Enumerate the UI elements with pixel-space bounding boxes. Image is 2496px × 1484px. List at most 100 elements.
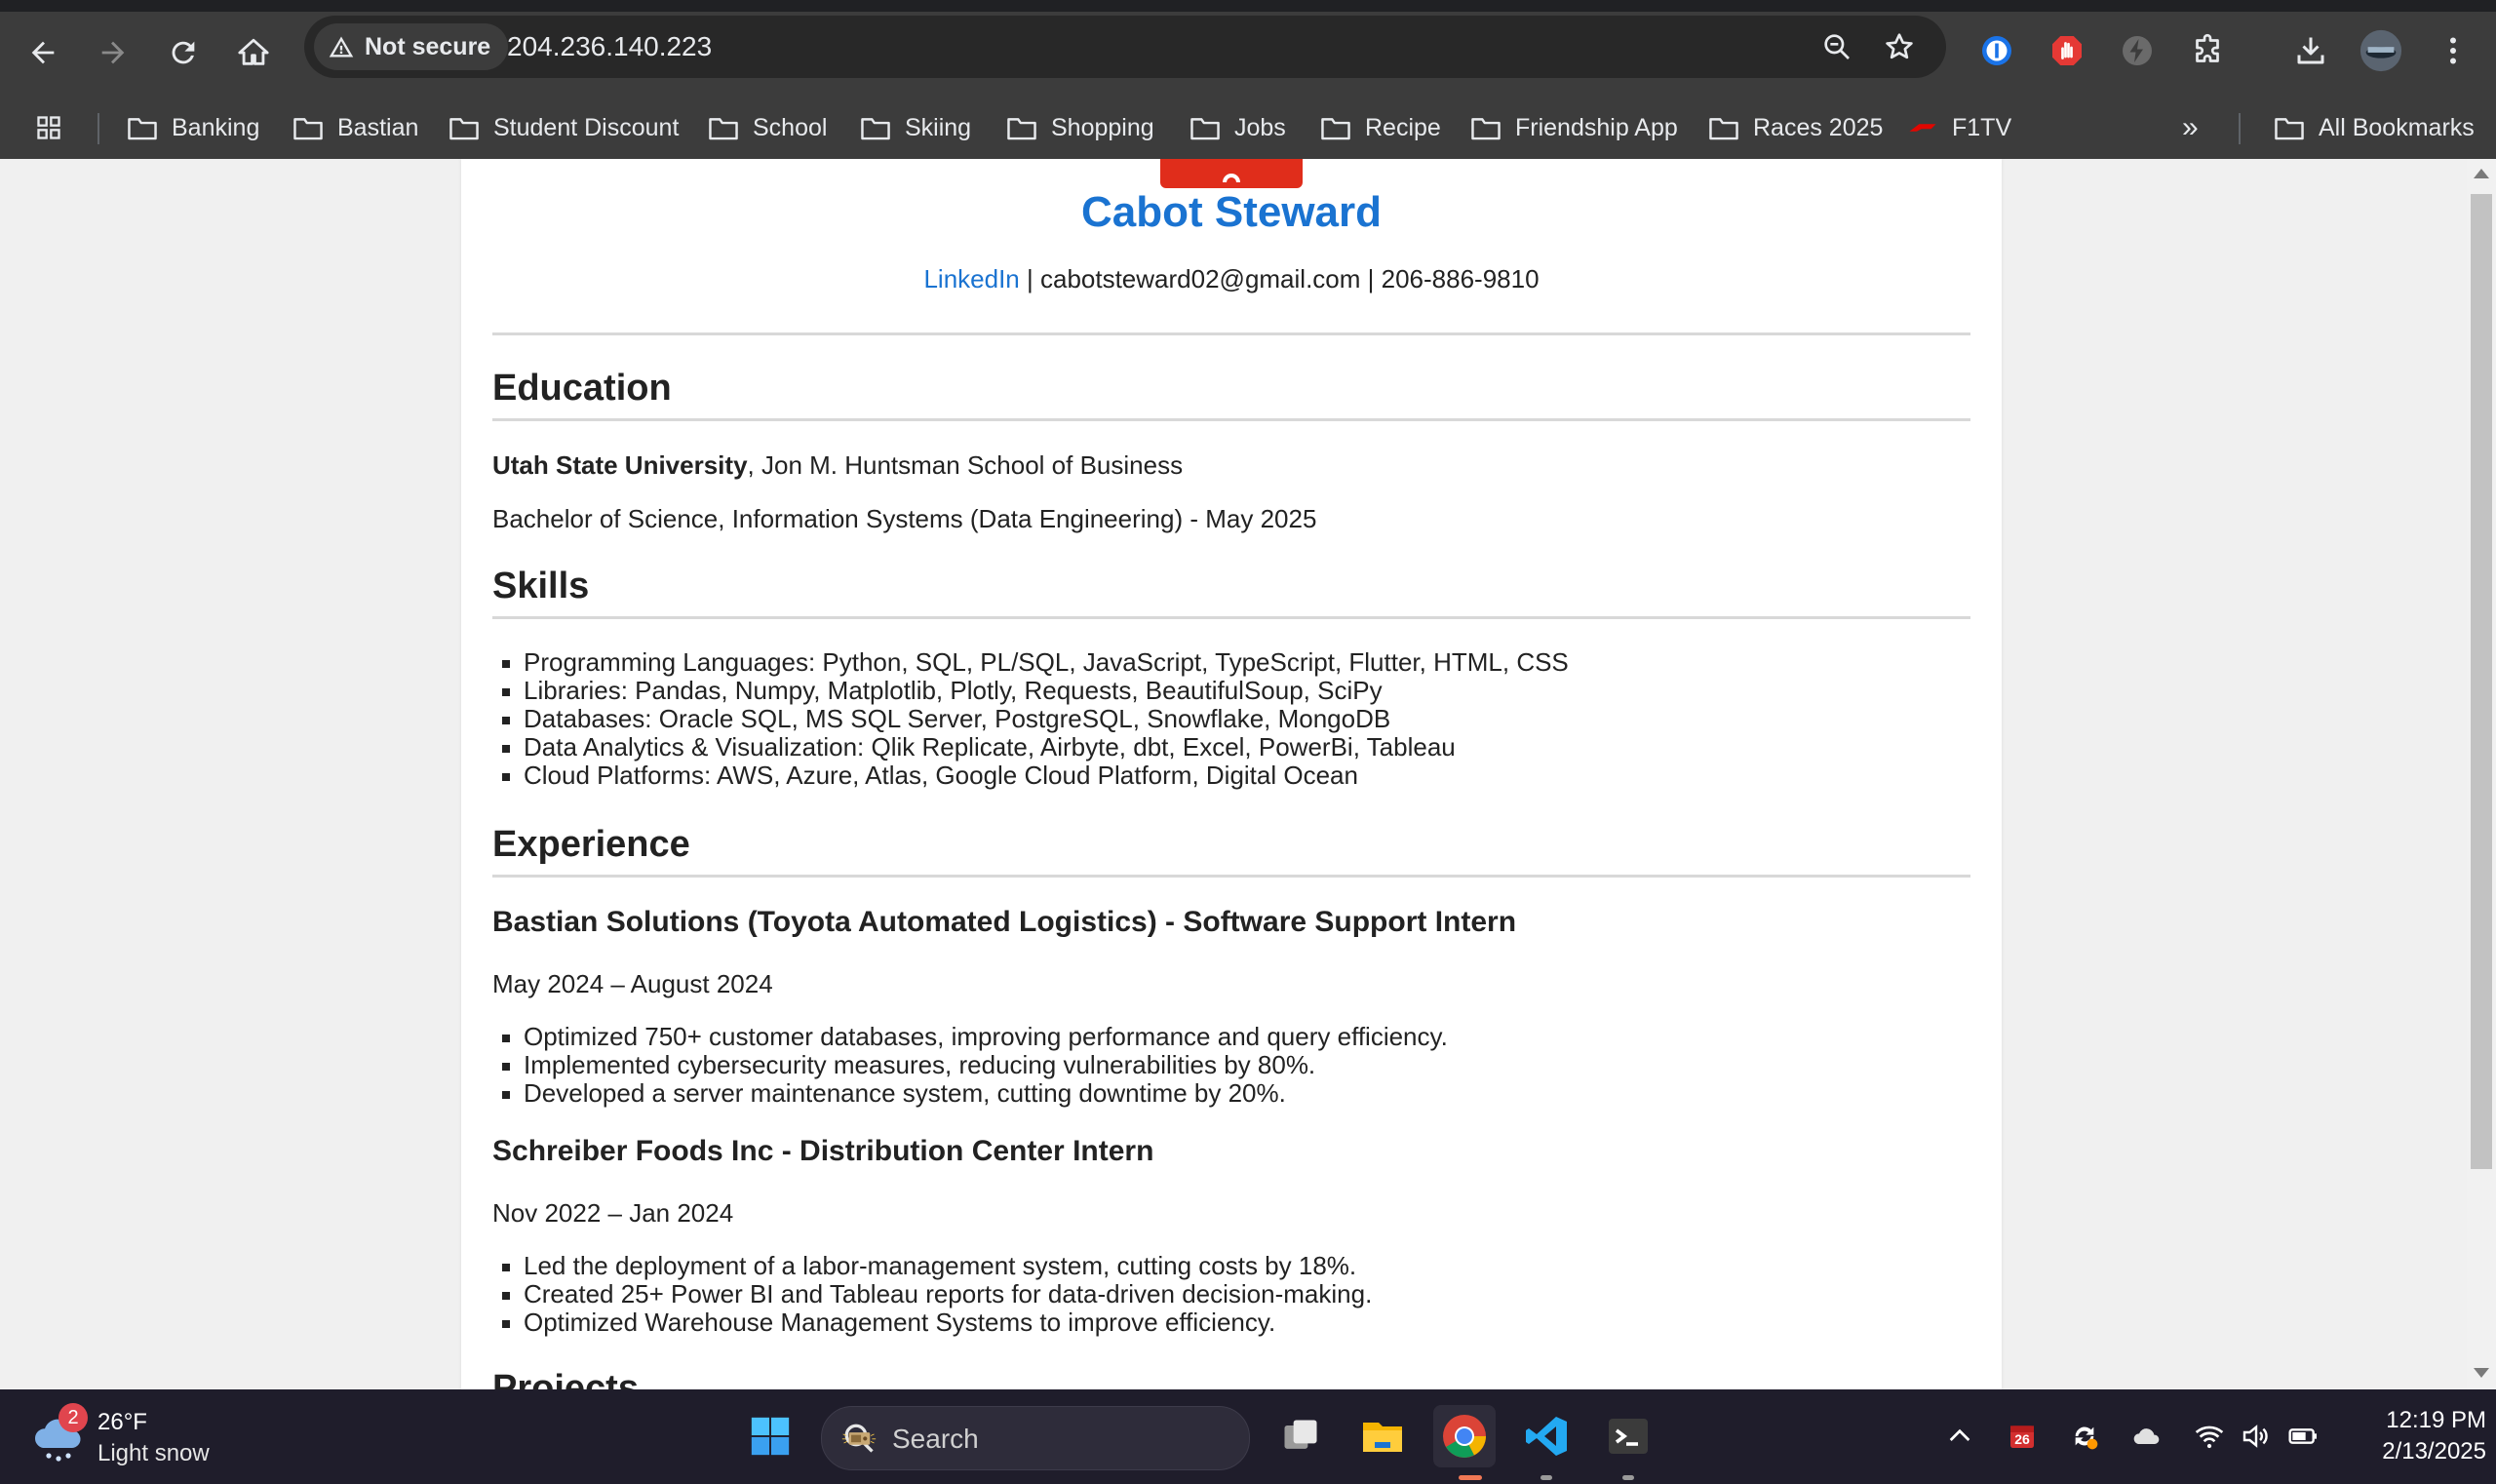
folder-icon [293,118,323,140]
bookmark-skiing[interactable]: Skiing [860,107,971,148]
folder-icon [861,118,890,140]
tray-sync[interactable] [2065,1417,2104,1456]
task-view-button[interactable] [1269,1405,1332,1467]
bookmark-races-2025[interactable]: Races 2025 [1708,107,1883,148]
home-icon [238,38,269,65]
linkedin-link[interactable]: LinkedIn [923,264,1019,293]
cloud-icon [2133,1428,2160,1444]
tray-app-calendar[interactable]: 26 [2003,1417,2042,1456]
tray-volume[interactable] [2237,1417,2276,1456]
home-button[interactable] [224,23,283,82]
job-bullets: Optimized 750+ customer databases, impro… [492,1023,1448,1108]
downloads-button[interactable] [2283,23,2338,78]
file-explorer-button[interactable] [1351,1405,1414,1467]
reload-icon [172,41,195,64]
forward-button[interactable] [84,23,142,82]
vscode-button[interactable] [1515,1405,1578,1467]
bookmark-friendship-app[interactable]: Friendship App [1470,107,1678,148]
terminal-button[interactable] [1597,1405,1659,1467]
section-divider [492,875,1970,878]
browser-menu-button[interactable] [2426,23,2480,78]
weather-widget[interactable]: 2 26°F Light snow [29,1403,283,1471]
show-hidden-icons-button[interactable] [1940,1417,1979,1456]
list-item: Optimized Warehouse Management Systems t… [501,1308,1372,1337]
bookmark-label: Jobs [1234,113,1286,141]
stop-hand-icon [2052,36,2082,65]
bookmark-label: F1TV [1952,113,2012,141]
search-placeholder: Search [892,1424,979,1454]
bookmark-school[interactable]: School [708,107,827,148]
folder-icon [1321,118,1350,140]
scroll-down-arrow-icon[interactable] [2474,1368,2489,1378]
folder-icon [1471,118,1501,140]
tray-battery[interactable] [2283,1417,2322,1456]
bookmark-label: Skiing [905,113,972,141]
bookmarks-divider [98,113,99,144]
resume-name: Cabot Steward [1080,188,1383,236]
contact-line: LinkedIn | cabotsteward02@gmail.com | 20… [461,264,2002,294]
chrome-taskbar-button[interactable] [1433,1405,1496,1467]
bookmark-label: Races 2025 [1753,113,1884,141]
bookmark-jobs[interactable]: Jobs [1190,107,1286,148]
address-bar[interactable]: Not secure 204.236.140.223 [304,16,1946,78]
zoom-button[interactable] [1817,27,1856,66]
school-detail: , Jon M. Huntsman School of Business [747,450,1184,480]
system-clock[interactable]: 12:19 PM 2/13/2025 [2340,1405,2486,1467]
bookmark-student-discount[interactable]: Student Discount [448,107,679,148]
notification-badge: 2 [58,1403,88,1432]
list-item: Databases: Oracle SQL, MS SQL Server, Po… [502,705,1569,733]
job-bullets: Led the deployment of a labor-management… [492,1252,1372,1337]
extensions-button[interactable] [2180,23,2235,78]
bookmark-label: Bastian [337,113,419,141]
bookmarks-overflow-button[interactable]: » [2182,107,2199,148]
vertical-scrollbar[interactable] [2467,159,2496,1389]
profile-button[interactable] [2354,23,2408,78]
bookmark-banking[interactable]: Banking [127,107,259,148]
vscode-icon [1526,1417,1567,1456]
clock-time: 12:19 PM [2386,1407,2486,1433]
adblock-extension[interactable] [2040,23,2094,78]
star-icon [1886,33,1913,59]
experience-heading: Experience [492,824,690,865]
security-indicator[interactable]: Not secure [314,23,509,70]
tray-onedrive[interactable] [2127,1417,2166,1456]
active-app-indicator [1459,1475,1482,1480]
list-item: Programming Languages: Python, SQL, PL/S… [502,647,1569,677]
chevron-double-right-icon: » [2182,111,2199,143]
chrome-icon [1443,1415,1486,1458]
extension-bolt[interactable] [2110,23,2164,78]
wifi-icon [2195,1425,2224,1449]
folder-icon [709,118,738,140]
bookmark-star-button[interactable] [1880,27,1919,66]
puzzle-icon [2196,33,2219,62]
warning-icon [329,36,354,58]
skills-list: Programming Languages: Python, SQL, PL/S… [492,648,1569,790]
bookmark-bastian[interactable]: Bastian [292,107,418,148]
password-manager-extension[interactable] [1970,23,2024,78]
skills-heading: Skills [492,566,590,606]
taskbar-search[interactable]: Search [821,1406,1250,1470]
bookmark-label: Shopping [1051,113,1154,141]
reload-button[interactable] [154,23,213,82]
start-button[interactable] [739,1405,801,1467]
back-button[interactable] [14,23,72,82]
bookmark-shopping[interactable]: Shopping [1006,107,1154,148]
apps-button[interactable] [33,107,64,148]
arrow-left-icon [31,41,55,64]
all-bookmarks-button[interactable]: All Bookmarks [2274,107,2475,148]
folder-icon [1190,118,1220,140]
logo-icon [1223,174,1240,182]
job-dates: May 2024 – August 2024 [492,969,773,998]
speaker-icon [2242,1425,2268,1448]
resume-page: Cabot Steward LinkedIn | cabotsteward02@… [461,159,2002,1389]
url-text[interactable]: 204.236.140.223 [507,31,712,62]
bookmark-recipe[interactable]: Recipe [1320,107,1441,148]
contact-details: | cabotsteward02@gmail.com | 206-886-981… [1019,264,1540,293]
scrollbar-thumb[interactable] [2471,194,2492,1169]
scroll-up-arrow-icon[interactable] [2474,169,2489,178]
bookmark-f1tv[interactable]: F1TV [1907,107,2011,148]
terminal-icon [1609,1419,1648,1454]
education-school: Utah State University, Jon M. Huntsman S… [492,450,1183,481]
tray-wifi[interactable] [2190,1417,2229,1456]
list-item: Cloud Platforms: AWS, Azure, Atlas, Goog… [502,762,1569,790]
